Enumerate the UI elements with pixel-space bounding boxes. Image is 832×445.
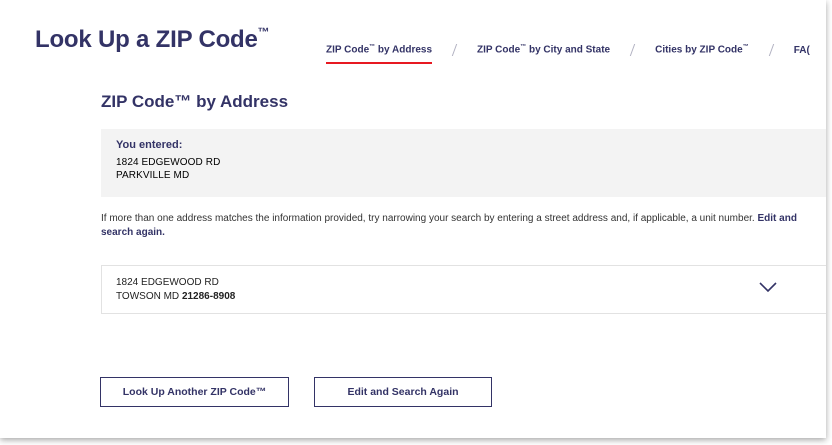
entered-street: 1824 EDGEWOOD RD xyxy=(116,157,221,168)
lookup-another-button[interactable]: Look Up Another ZIP Code™ xyxy=(100,377,289,407)
tab-zip-by-city-state[interactable]: ZIP Code™ by City and State xyxy=(477,44,610,55)
tab-separator xyxy=(451,44,458,56)
tab-cities-by-zip[interactable]: Cities by ZIP Code™ xyxy=(655,44,749,55)
tab-faq[interactable]: FA( xyxy=(794,45,810,56)
result-card[interactable]: 1824 EDGEWOOD RD TOWSON MD 21286-8908 xyxy=(101,265,826,314)
trademark-mark: ™ xyxy=(257,25,270,39)
info-message: If more than one address matches the inf… xyxy=(101,213,755,224)
result-street: 1824 EDGEWOOD RD xyxy=(116,277,219,288)
chevron-down-icon[interactable] xyxy=(758,280,778,294)
tab-label-suffix: by Address xyxy=(375,44,433,56)
info-text: If more than one address matches the inf… xyxy=(101,212,826,240)
result-city-state: TOWSON MD xyxy=(116,291,180,302)
page-title-text: Look Up a ZIP Code xyxy=(35,26,258,53)
entered-city-state: PARKVILLE MD xyxy=(116,170,190,181)
tab-label-suffix: by City and State xyxy=(526,44,611,56)
tab-mark: ™ xyxy=(742,44,749,51)
tab-label: ZIP Code xyxy=(326,44,370,56)
tab-zip-by-address[interactable]: ZIP Code™ by Address xyxy=(326,44,433,65)
page-title: Look Up a ZIP Code™ xyxy=(35,25,270,54)
tab-separator xyxy=(768,44,774,56)
tab-label: ZIP Code xyxy=(477,44,521,56)
section-title: ZIP Code™ by Address xyxy=(101,92,289,111)
tab-separator xyxy=(629,44,636,56)
result-city-zip: TOWSON MD 21286-8908 xyxy=(116,291,235,302)
edit-search-again-button[interactable]: Edit and Search Again xyxy=(314,377,492,407)
tab-label: Cities by ZIP Code xyxy=(655,44,743,56)
page-frame: Look Up a ZIP Code™ ZIP Code™ by Address… xyxy=(0,0,826,438)
tab-label: FA( xyxy=(793,44,810,56)
result-zip: 21286-8908 xyxy=(181,291,236,302)
entered-address-box: You entered: 1824 EDGEWOOD RD PARKVILLE … xyxy=(101,129,826,197)
tab-bar: ZIP Code™ by Address ZIP Code™ by City a… xyxy=(326,40,810,65)
entered-label: You entered: xyxy=(116,139,183,151)
